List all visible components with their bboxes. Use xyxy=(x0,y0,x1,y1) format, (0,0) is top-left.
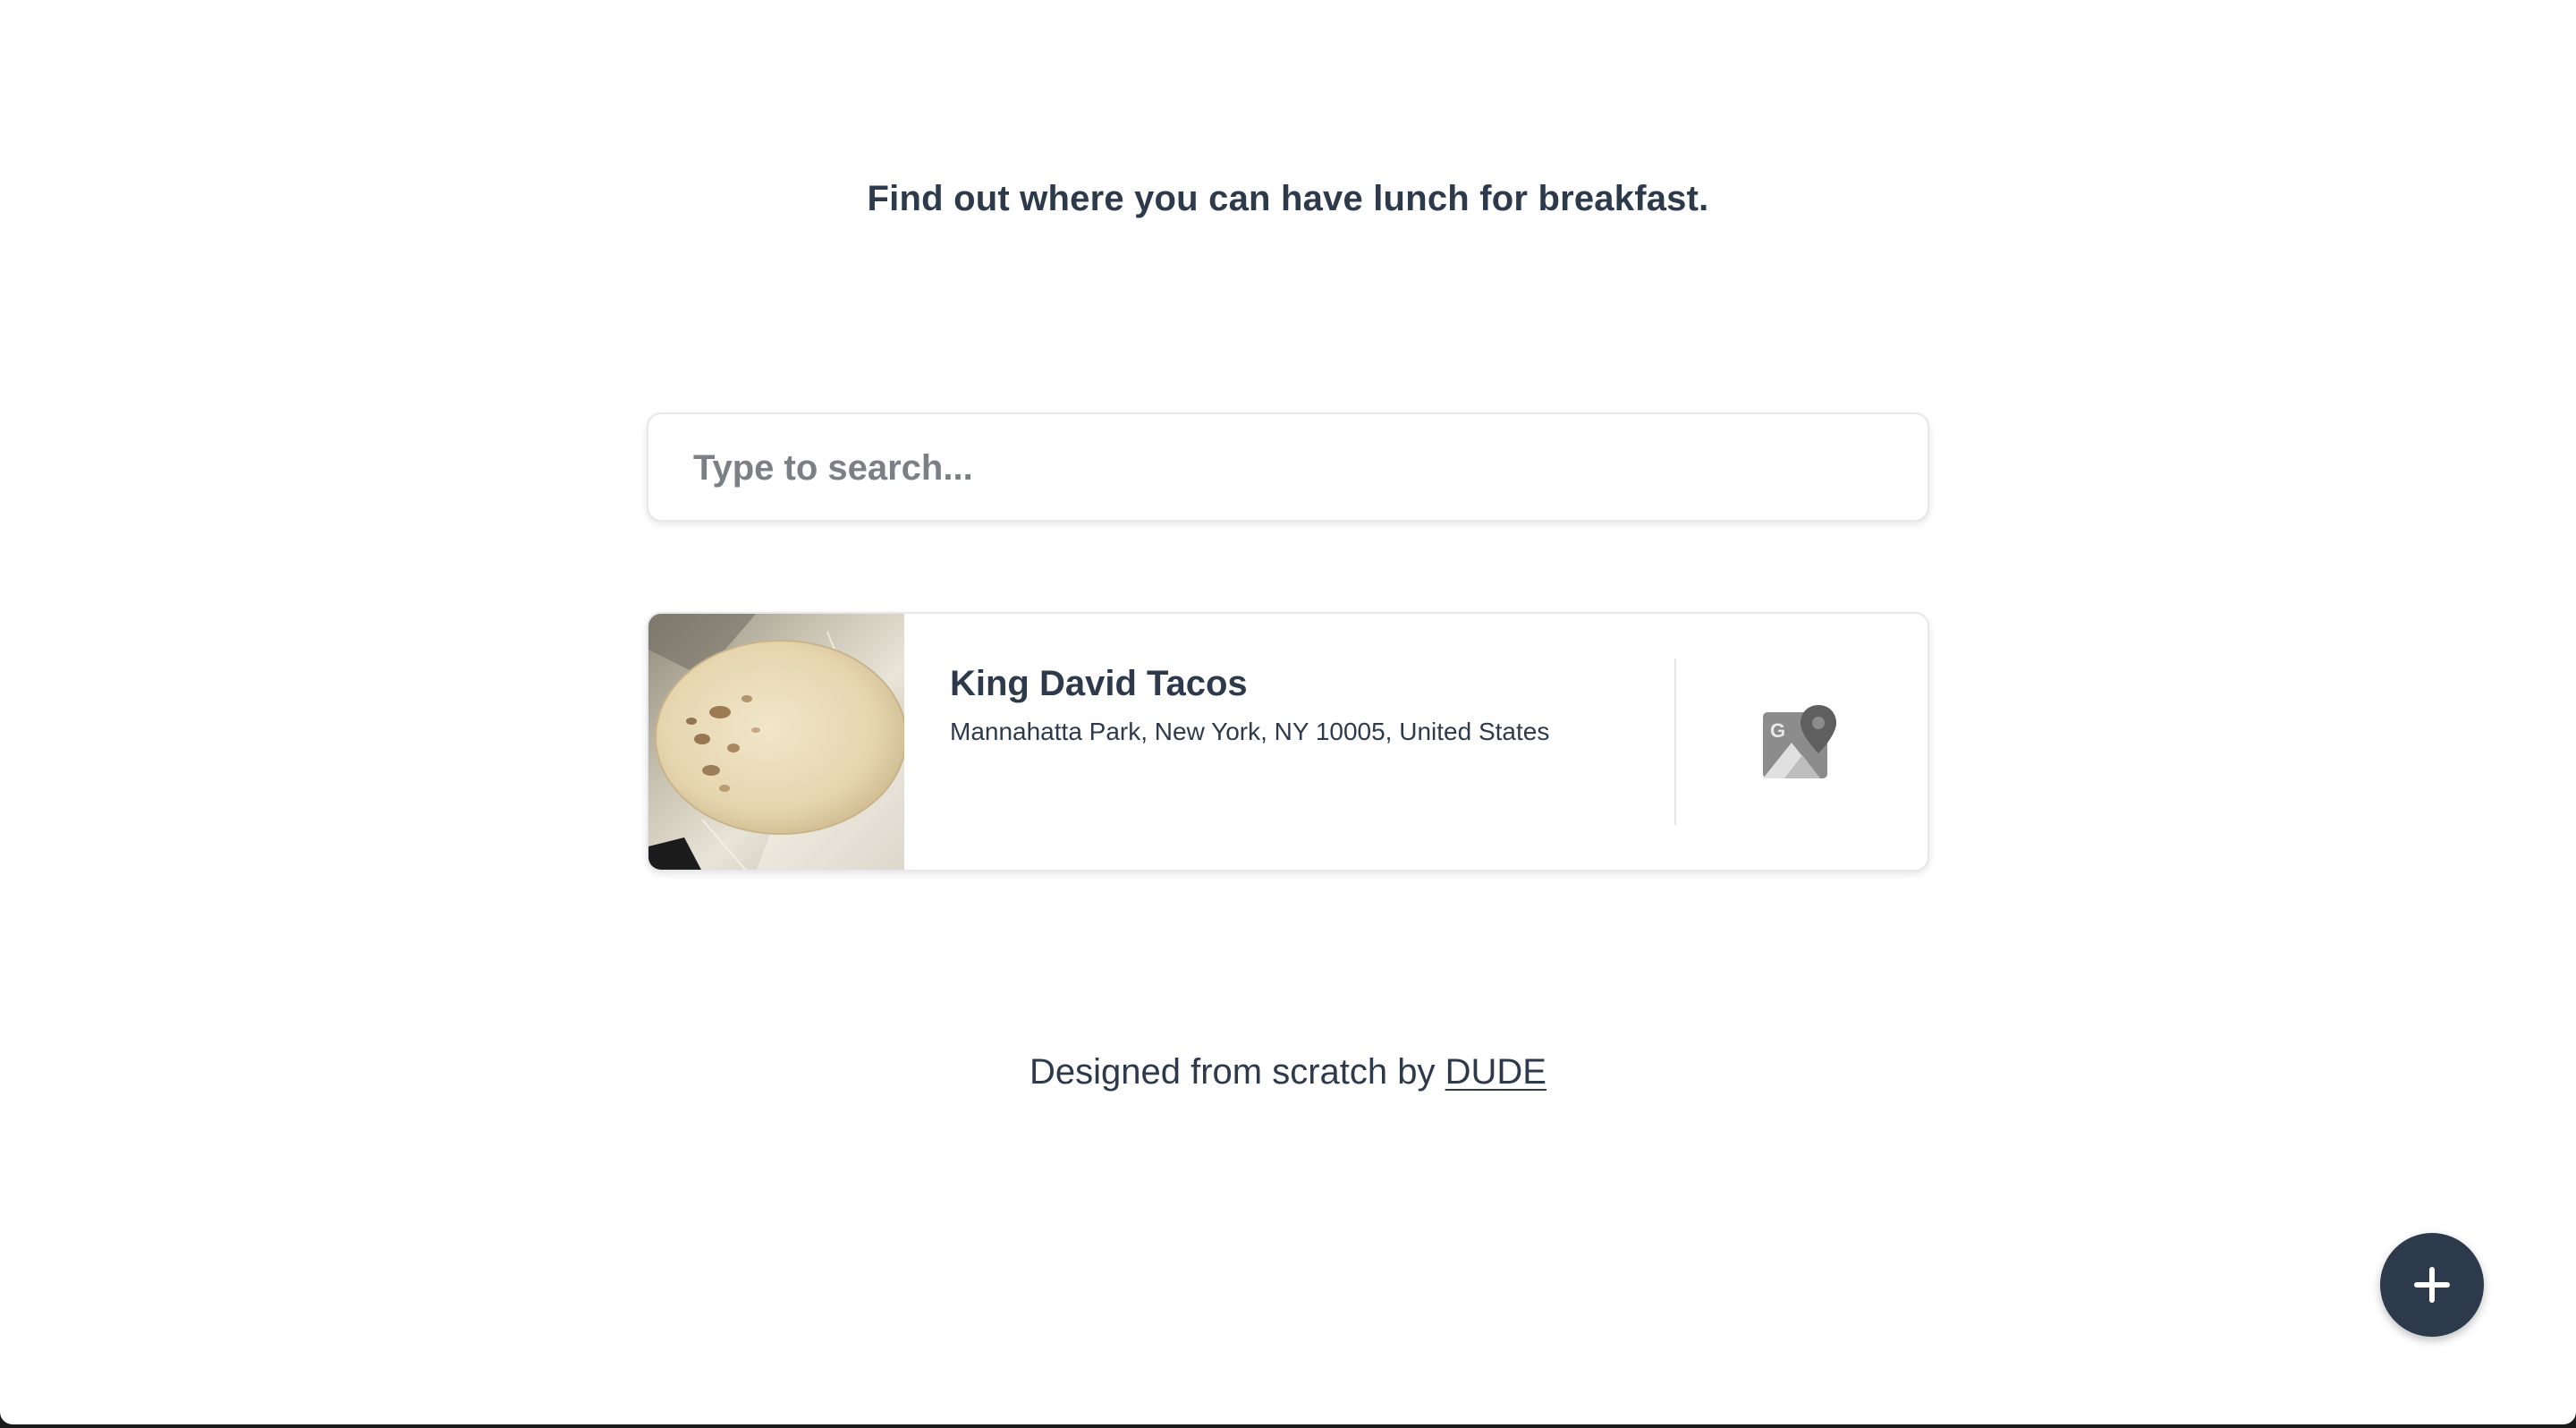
restaurant-card[interactable]: King David Tacos Mannahatta Park, New Yo… xyxy=(647,612,1929,871)
footer-author-link[interactable]: DUDE xyxy=(1445,1052,1546,1092)
search-input[interactable] xyxy=(691,414,1858,522)
page: Find out where you can have lunch for br… xyxy=(0,0,2576,1424)
restaurant-address: Mannahatta Park, New York, NY 10005, Uni… xyxy=(950,718,1550,745)
card-divider xyxy=(1674,659,1676,825)
svg-text:G: G xyxy=(1770,719,1785,742)
page-tagline: Find out where you can have lunch for br… xyxy=(867,179,1709,218)
google-maps-icon[interactable]: G xyxy=(1758,703,1838,784)
footer-credit: Designed from scratch by DUDE xyxy=(0,1052,2576,1092)
search-box xyxy=(647,412,1929,522)
restaurant-name: King David Tacos xyxy=(950,664,1248,703)
add-button[interactable] xyxy=(2380,1233,2484,1337)
tortilla-photo xyxy=(648,614,904,870)
footer-credit-text: Designed from scratch by xyxy=(1030,1052,1436,1092)
